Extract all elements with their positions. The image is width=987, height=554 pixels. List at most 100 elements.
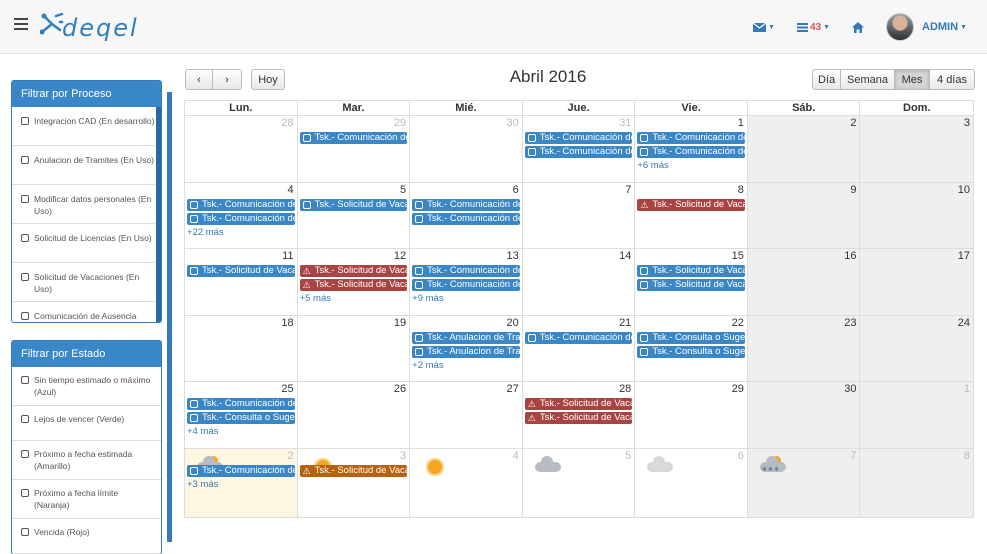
day-cell[interactable]: 3 ⚠Tsk.- Solicitud de Vacaciones — [298, 448, 411, 517]
sidebar-scrollbar[interactable] — [167, 92, 172, 542]
day-cell[interactable]: 16 — [747, 249, 861, 315]
day-number[interactable]: 28 — [619, 383, 631, 395]
day-number[interactable]: 12 — [394, 250, 406, 262]
checkbox[interactable] — [21, 195, 29, 203]
day-number[interactable]: 6 — [513, 184, 519, 196]
day-cell[interactable]: 19 — [298, 315, 411, 381]
checkbox[interactable] — [21, 450, 29, 458]
day-number[interactable]: 5 — [625, 450, 631, 462]
calendar-event[interactable]: Tsk.- Comunicación de Ausencia — [412, 212, 520, 225]
calendar-event[interactable]: Tsk.- Consulta o Sugerencia — [637, 331, 745, 344]
calendar-event[interactable]: Tsk.- Consulta o Sugerencia — [637, 345, 745, 358]
day-cell[interactable]: 5 — [523, 448, 636, 517]
day-number[interactable]: 2 — [287, 450, 293, 462]
day-number[interactable]: 17 — [958, 250, 970, 262]
filter-item[interactable]: Anulacion de Tramites (En Uso) — [12, 146, 161, 185]
today-button[interactable]: Hoy — [251, 69, 285, 90]
day-number[interactable]: 28 — [281, 117, 293, 129]
calendar-event[interactable]: Tsk.- Comunicación de Ausencia — [412, 265, 520, 277]
calendar-event[interactable]: ⚠Tsk.- Solicitud de Vacaciones — [637, 198, 745, 211]
day-cell[interactable]: 6 — [635, 448, 748, 517]
day-cell[interactable]: 22 Tsk.- Consulta o SugerenciaTsk.- Consu… — [635, 315, 748, 381]
day-number[interactable]: 27 — [506, 383, 518, 395]
checkbox[interactable] — [21, 117, 29, 125]
day-cell[interactable]: 6Tsk.- Comunicación de AusenciaTsk.- Com… — [410, 182, 523, 248]
more-events-link[interactable]: +9 más — [412, 293, 520, 304]
checkbox[interactable] — [21, 376, 29, 384]
day-cell[interactable]: 4 — [410, 448, 523, 517]
day-number[interactable]: 31 — [619, 117, 631, 129]
day-number[interactable]: 13 — [506, 250, 518, 262]
filter-item[interactable]: Integracion CAD (En desarrollo) — [12, 107, 161, 146]
day-cell[interactable]: 28⚠Tsk.- Solicitud de Vacaciones⚠Tsk.- S… — [523, 382, 636, 448]
checkbox[interactable] — [21, 489, 29, 497]
day-number[interactable]: 16 — [844, 250, 856, 262]
day-cell[interactable]: 12⚠Tsk.- Solicitud de Vacaciones⚠Tsk.- S… — [298, 249, 411, 315]
day-cell[interactable]: 24 — [860, 315, 974, 381]
day-cell[interactable]: 31Tsk.- Comunicación de AusenciaTsk.- Co… — [523, 116, 636, 182]
day-cell[interactable]: 27 — [410, 382, 523, 448]
calendar-event[interactable]: Tsk.- Comunicación de Ausencia — [299, 132, 408, 144]
calendar-event[interactable]: ⚠Tsk.- Solicitud de Vacaciones — [299, 464, 408, 477]
day-number[interactable]: 4 — [513, 450, 519, 462]
calendar-event[interactable]: ⚠Tsk.- Solicitud de Vacaciones — [299, 265, 408, 277]
day-number[interactable]: 20 — [506, 317, 518, 329]
deqel-logo[interactable]: deqel — [40, 10, 190, 42]
day-number[interactable]: 10 — [958, 184, 970, 196]
day-number[interactable]: 8 — [738, 184, 744, 196]
day-number[interactable]: 15 — [732, 250, 744, 262]
prev-button[interactable]: ‹ — [185, 69, 213, 90]
day-cell[interactable]: 18 — [185, 315, 298, 381]
checkbox[interactable] — [21, 273, 29, 281]
filter-item[interactable]: Próximo a fecha límite (Naranja) — [12, 480, 161, 519]
day-number[interactable]: 11 — [282, 250, 293, 262]
day-number[interactable]: 1 — [964, 383, 970, 395]
calendar-event[interactable]: Tsk.- Comunicación de Ausencia — [412, 279, 520, 291]
calendar-event[interactable]: Tsk.- Comunicación de Ausencia — [524, 132, 633, 144]
calendar-event[interactable]: Tsk.- Comunicación de Ausencia — [187, 198, 295, 211]
calendar-event[interactable]: Tsk.- Solicitud de Vacaciones — [187, 265, 295, 277]
view-button-2[interactable]: Mes — [895, 69, 930, 90]
day-cell[interactable]: ✱✱✱ 7 — [747, 448, 861, 517]
day-cell[interactable]: 30 — [747, 382, 861, 448]
day-number[interactable]: 22 — [732, 317, 744, 329]
day-number[interactable]: 1 — [738, 117, 744, 129]
day-cell[interactable]: 21 Tsk.- Comunicación de Ausencia — [523, 315, 636, 381]
day-number[interactable]: 3 — [964, 117, 970, 129]
day-number[interactable]: 29 — [732, 383, 744, 395]
next-button[interactable]: › — [213, 69, 242, 90]
checkbox[interactable] — [21, 312, 29, 320]
day-cell[interactable]: 23 — [747, 315, 861, 381]
calendar-event[interactable]: Tsk.- Anulacion de Tramites — [412, 345, 520, 358]
filter-item[interactable]: Próximo a fecha estimada (Amarillo) — [12, 441, 161, 480]
more-events-link[interactable]: +3 más — [187, 479, 295, 490]
day-cell[interactable]: 20Tsk.- Anulacion de TramitesTsk.- Anula… — [410, 315, 523, 381]
day-cell[interactable]: 15Tsk.- Solicitud de VacacionesTsk.- Sol… — [635, 249, 748, 315]
day-number[interactable]: 7 — [625, 184, 631, 196]
day-number[interactable]: 24 — [958, 317, 970, 329]
day-cell[interactable]: 13 Tsk.- Comunicación de Ausencia Tsk.- Co… — [410, 249, 523, 315]
calendar-event[interactable]: ⚠Tsk.- Solicitud de Vacaciones — [524, 412, 633, 424]
day-number[interactable]: 19 — [394, 317, 406, 329]
filter-item[interactable]: Comunicación de Ausencia — [12, 302, 161, 322]
day-cell[interactable]: 2 — [747, 116, 861, 182]
filter-item[interactable]: Vencida (Rojo) — [12, 519, 161, 554]
calendar-event[interactable]: Tsk.- Solicitud de Vacaciones — [637, 265, 745, 277]
day-cell[interactable]: 29 Tsk.- Comunicación de Ausencia — [298, 116, 411, 182]
checkbox[interactable] — [21, 156, 29, 164]
day-cell[interactable]: 25Tsk.- Comunicación de AusenciaTsk.- Co… — [185, 382, 298, 448]
calendar-event[interactable]: Tsk.- Comunicación de Ausencia — [187, 398, 295, 410]
filter-item[interactable]: Solicitud de Licencias (En Uso) — [12, 224, 161, 263]
day-cell[interactable]: 5 Tsk.- Solicitud de Vacaciones — [298, 182, 411, 248]
day-number[interactable]: 29 — [394, 117, 406, 129]
view-button-0[interactable]: Día — [812, 69, 841, 90]
user-menu[interactable]: ADMIN ▼ — [886, 13, 967, 41]
more-events-link[interactable]: +4 más — [187, 426, 295, 437]
day-cell[interactable]: 4Tsk.- Comunicación de AusenciaTsk.- Com… — [185, 182, 298, 248]
process-list-scrollbar[interactable] — [156, 107, 161, 322]
menu-icon[interactable] — [14, 18, 28, 30]
day-cell[interactable]: 29 — [635, 382, 748, 448]
view-button-3[interactable]: 4 días — [930, 69, 975, 90]
day-number[interactable]: 4 — [287, 184, 293, 196]
day-cell[interactable]: 10 — [860, 182, 974, 248]
